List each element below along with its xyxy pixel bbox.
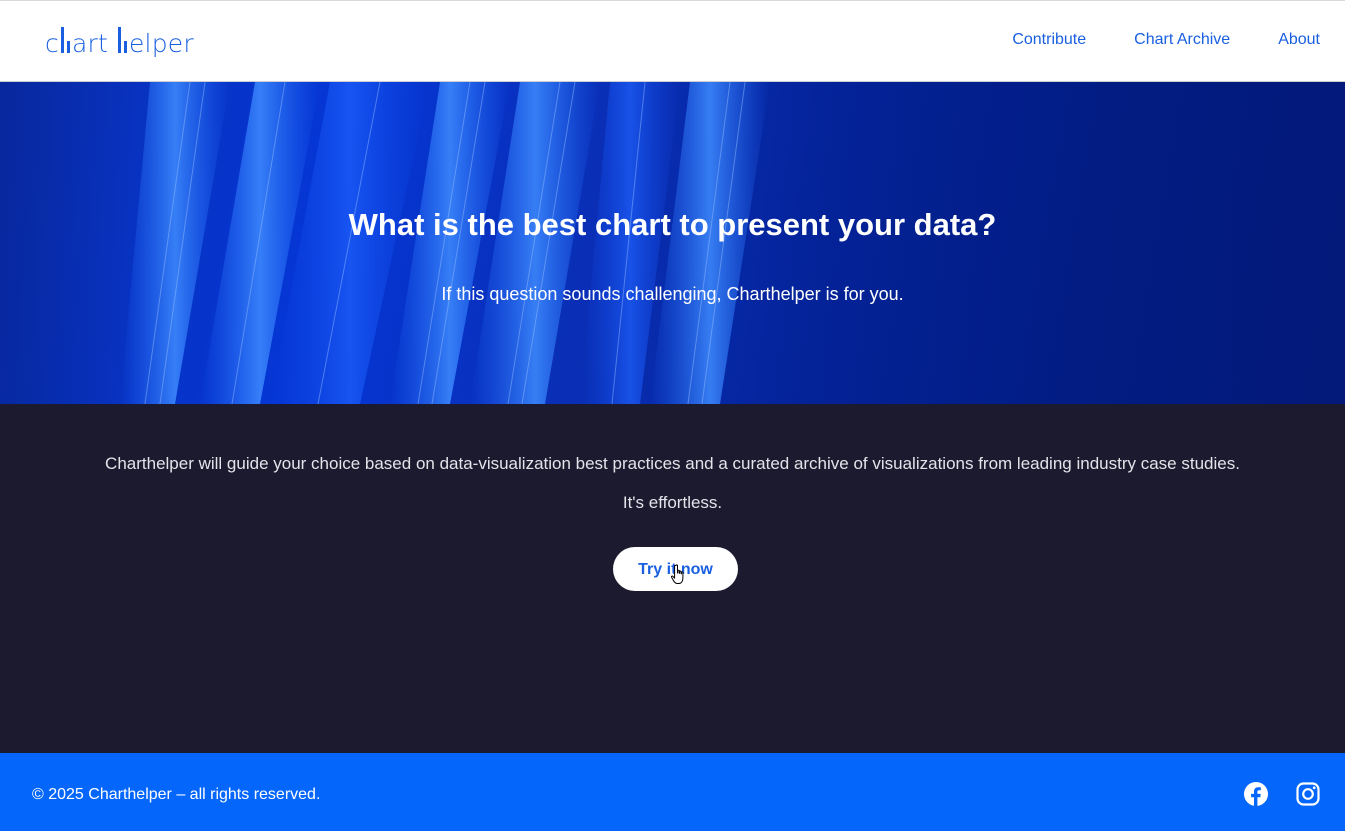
nav-about[interactable]: About: [1278, 31, 1320, 49]
logo-text-elper: elper: [128, 29, 194, 58]
social-links: [1244, 782, 1320, 806]
intro-description: Charthelper will guide your choice based…: [105, 454, 1240, 473]
instagram-icon[interactable]: [1296, 782, 1320, 806]
facebook-icon[interactable]: [1244, 782, 1268, 806]
copyright-text: © 2025 Charthelper – all rights reserved…: [32, 786, 321, 803]
nav-contribute[interactable]: Contribute: [1012, 31, 1086, 49]
logo-bar-mark-2: [117, 27, 127, 53]
logo-bar-mark: [60, 27, 70, 53]
intro-tagline: It's effortless.: [622, 493, 723, 512]
nav-chart-archive[interactable]: Chart Archive: [1134, 31, 1230, 49]
hero-title: What is the best chart to present your d…: [348, 207, 997, 242]
try-it-now-button[interactable]: Try it now: [613, 547, 738, 591]
logo-text-art: art: [71, 29, 108, 58]
hero-section: What is the best chart to present your d…: [0, 82, 1345, 404]
main-nav: Contribute Chart Archive About: [1012, 31, 1320, 49]
charthelper-logo[interactable]: c art elper: [45, 25, 194, 59]
intro-section: Charthelper will guide your choice based…: [0, 404, 1345, 753]
hero-background-graphic: [0, 82, 1345, 404]
site-footer: © 2025 Charthelper – all rights reserved…: [0, 753, 1345, 831]
logo-text-c: c: [45, 29, 59, 58]
site-header: c art elper Contribute Chart Archive Abo…: [0, 0, 1345, 82]
hero-subtitle: If this question sounds challenging, Cha…: [441, 284, 904, 304]
